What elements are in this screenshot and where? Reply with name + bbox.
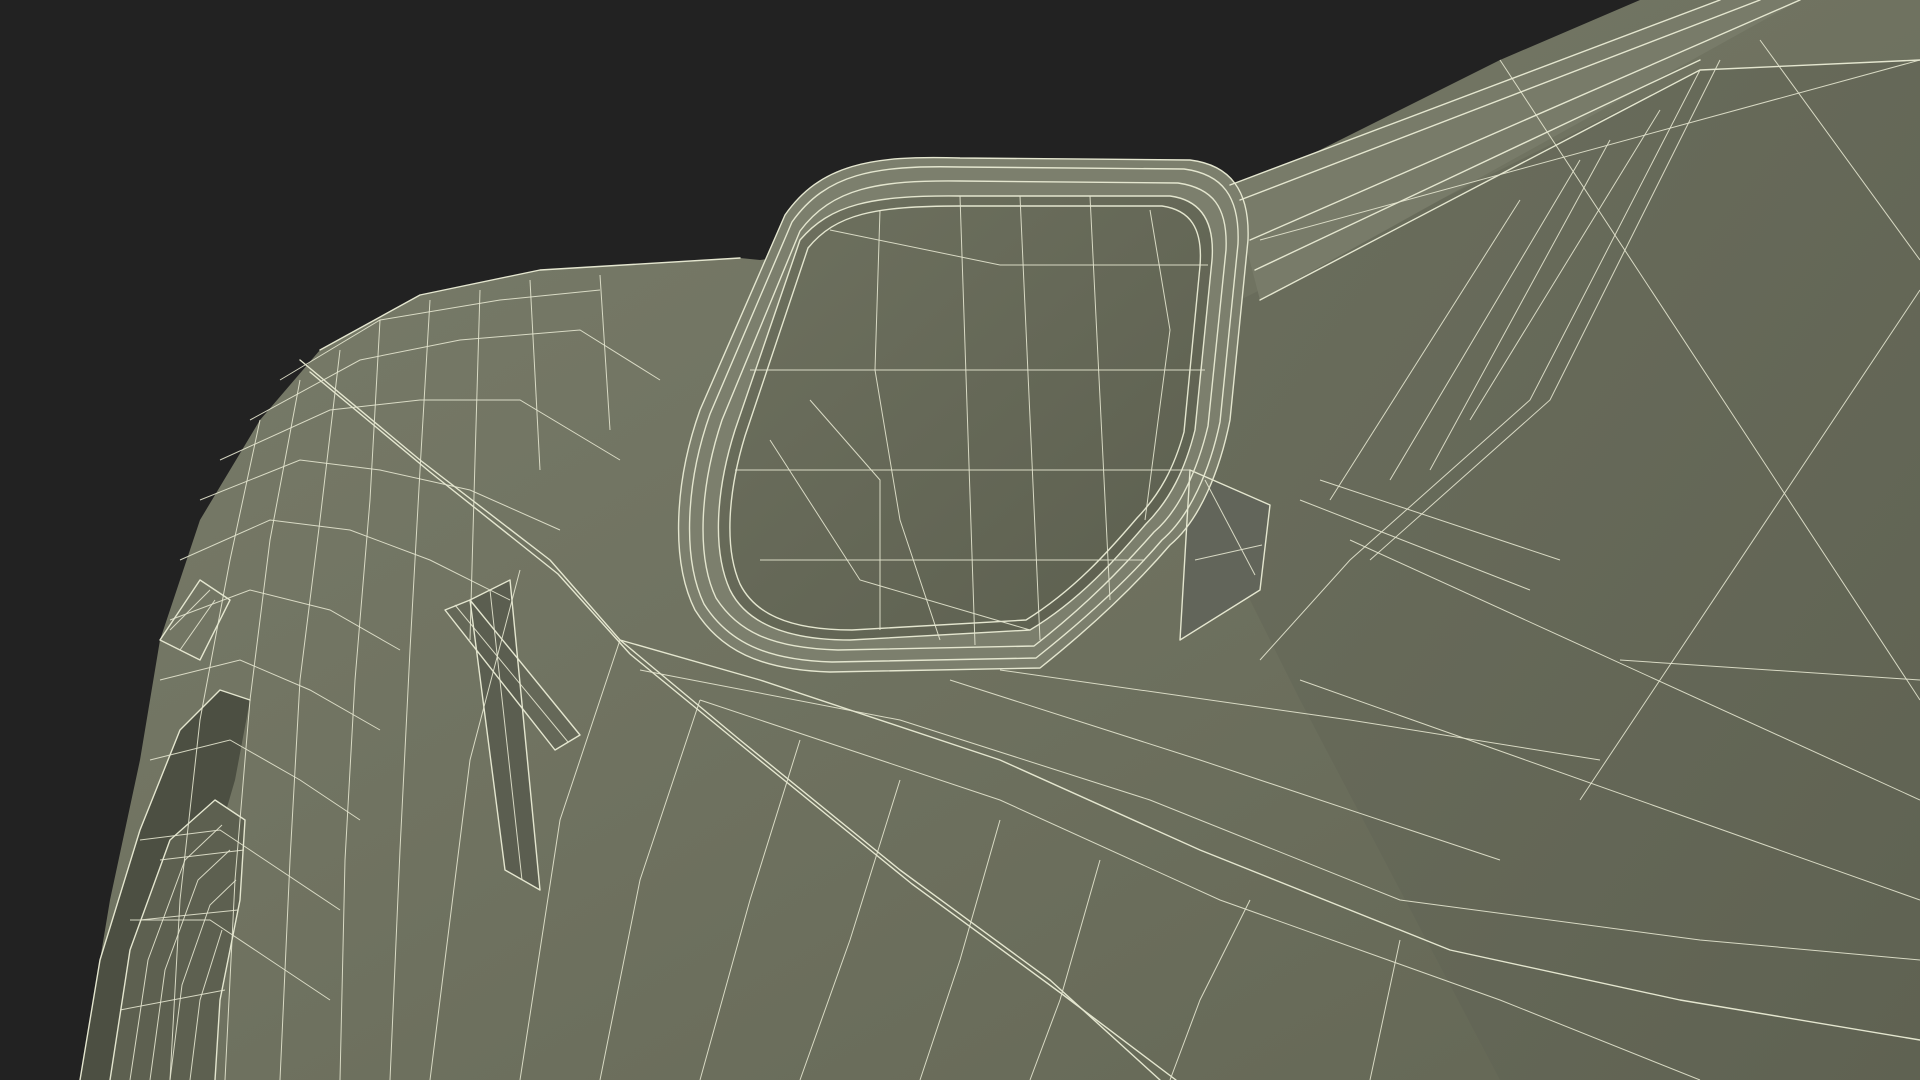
car-wireframe-render (0, 0, 1920, 1080)
wireframe-viewport (0, 0, 1920, 1080)
